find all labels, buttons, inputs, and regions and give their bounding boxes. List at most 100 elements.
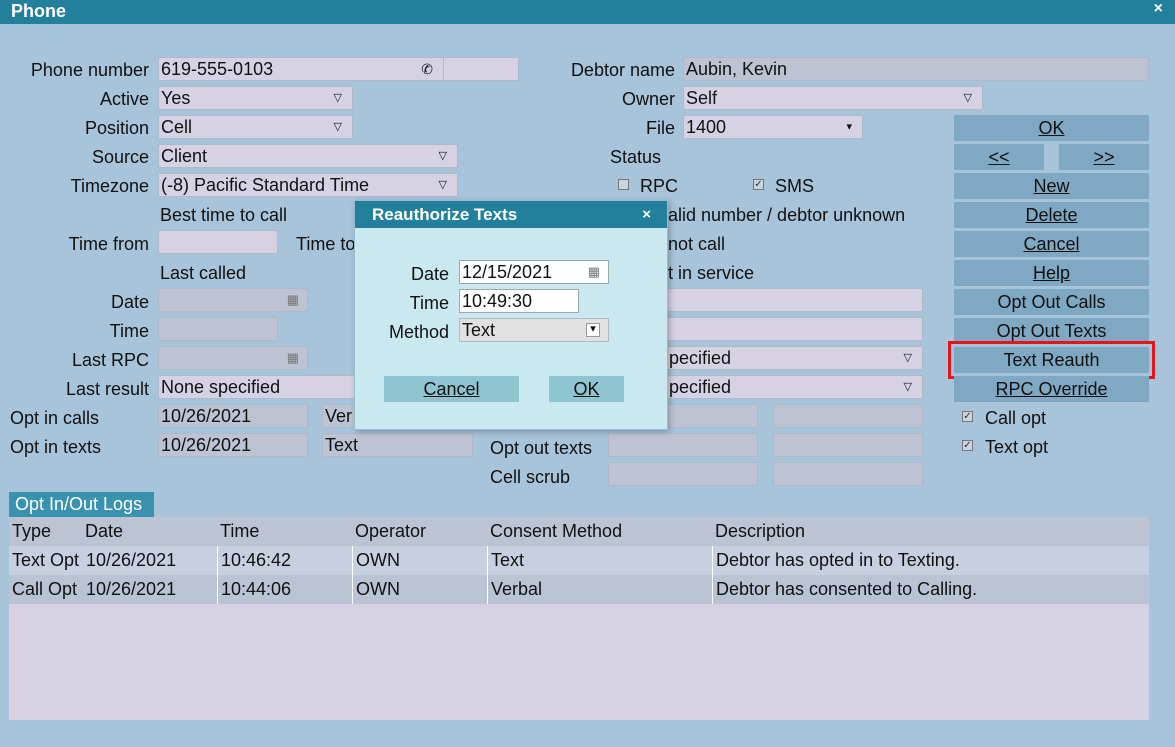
dialog-time-input[interactable]: 10:49:30 xyxy=(459,289,579,313)
cell-consent-method: Verbal xyxy=(487,575,542,604)
logs-table: Type Date Time Operator Consent Method D… xyxy=(9,517,1149,720)
close-icon[interactable]: × xyxy=(1154,0,1163,18)
active-label: Active xyxy=(99,89,149,109)
opt-out-calls-button[interactable]: Opt Out Calls xyxy=(954,289,1149,315)
last-result-select[interactable]: None specified xyxy=(158,375,358,399)
calendar-icon[interactable]: ▦ xyxy=(287,347,299,369)
column-header-time[interactable]: Time xyxy=(217,517,352,546)
call-opt-checkbox[interactable]: ✓ xyxy=(962,411,973,422)
opt-in-texts-label: Opt in texts xyxy=(10,437,102,457)
column-header-type[interactable]: Type xyxy=(9,517,85,546)
cell-operator: OWN xyxy=(352,575,400,604)
last-called-label: Last called xyxy=(160,263,247,283)
position-select[interactable]: Cell ▽ xyxy=(158,115,353,139)
opt-out-texts-label: Opt out texts xyxy=(490,438,593,458)
position-value: Cell xyxy=(161,117,193,137)
column-header-operator[interactable]: Operator xyxy=(352,517,487,546)
cell-time: 10:44:06 xyxy=(217,575,291,604)
dialog-method-select[interactable]: Text ▾ xyxy=(459,318,609,342)
dialog-title-bar: Reauthorize Texts × xyxy=(355,201,667,228)
chevron-down-icon: ▽ xyxy=(438,150,447,162)
chevron-down-icon: ▽ xyxy=(333,92,342,104)
prev-button[interactable]: << xyxy=(954,144,1044,170)
dialog-cancel-button[interactable]: Cancel xyxy=(384,376,519,402)
new-button[interactable]: New xyxy=(954,173,1149,199)
time-from-input[interactable] xyxy=(158,230,278,254)
source-value: Client xyxy=(161,146,208,166)
owner-value: Self xyxy=(686,88,718,108)
new-button-label: New xyxy=(1033,176,1070,196)
dialog-ok-button[interactable]: OK xyxy=(549,376,624,402)
phone-extension-field[interactable] xyxy=(443,57,519,81)
column-header-description[interactable]: Description xyxy=(712,517,1149,546)
text-reauth-button[interactable]: Text Reauth xyxy=(948,341,1155,379)
dialog-time-value: 10:49:30 xyxy=(462,291,533,311)
cell-date: 10/26/2021 xyxy=(86,550,177,570)
file-select[interactable]: 1400 ▾ xyxy=(683,115,863,139)
opt-in-texts-date: 10/26/2021 xyxy=(158,433,308,457)
ok-button[interactable]: OK xyxy=(954,115,1149,141)
cell-scrub-date xyxy=(608,462,758,486)
next-button-label: >> xyxy=(1093,147,1115,167)
active-value: Yes xyxy=(161,88,191,108)
file-label: File xyxy=(645,118,675,138)
chevron-down-icon: ▾ xyxy=(846,121,852,133)
rpc-checkbox[interactable] xyxy=(618,179,629,190)
delete-button[interactable]: Delete xyxy=(954,202,1149,228)
chevron-down-icon: ▽ xyxy=(963,92,972,104)
reauthorize-texts-dialog: Reauthorize Texts × Date 12/15/2021 ▦ Tim… xyxy=(354,200,668,430)
last-rpc-input[interactable]: ▦ xyxy=(158,346,308,370)
tab-opt-in-out-logs[interactable]: Opt In/Out Logs xyxy=(9,492,154,517)
calendar-icon[interactable]: ▦ xyxy=(588,261,600,283)
time-to-label: Time to xyxy=(296,234,356,254)
chevron-down-icon: ▾ xyxy=(586,323,600,337)
chevron-down-icon: ▽ xyxy=(438,179,447,191)
not-in-service-label: t in service xyxy=(668,263,755,283)
rpc-label: RPC xyxy=(640,176,679,196)
phone-number-field[interactable]: 619-555-0103 ✆ xyxy=(158,57,444,81)
help-button-label: Help xyxy=(1032,263,1071,283)
timezone-label: Timezone xyxy=(70,176,149,196)
calendar-icon[interactable]: ▦ xyxy=(287,289,299,311)
text-opt-checkbox[interactable]: ✓ xyxy=(962,440,973,451)
opt-out-texts-button[interactable]: Opt Out Texts xyxy=(954,318,1149,344)
dialog-date-value: 12/15/2021 xyxy=(462,262,553,282)
last-rpc-label: Last RPC xyxy=(71,350,149,370)
source-select[interactable]: Client ▽ xyxy=(158,144,458,168)
next-button[interactable]: >> xyxy=(1059,144,1149,170)
date-label: Date xyxy=(110,292,149,312)
dialog-cancel-label: Cancel xyxy=(423,379,480,399)
opt-out-texts-date xyxy=(608,433,758,457)
source-label: Source xyxy=(91,147,149,167)
column-header-consent-method[interactable]: Consent Method xyxy=(487,517,712,546)
do-not-call-label: not call xyxy=(668,234,726,254)
cell-description: Debtor has opted in to Texting. xyxy=(712,546,960,575)
last-called-time-input[interactable] xyxy=(158,317,278,341)
text-opt-label: Text opt xyxy=(985,437,1049,457)
table-row[interactable]: Call Opt 10/26/2021 10:44:06 OWN Verbal … xyxy=(9,575,1149,604)
help-button[interactable]: Help xyxy=(954,260,1149,286)
position-label: Position xyxy=(84,118,149,138)
rpc-override-button[interactable]: RPC Override xyxy=(954,376,1149,402)
last-called-date-input[interactable]: ▦ xyxy=(158,288,308,312)
dialog-title: Reauthorize Texts xyxy=(372,205,518,224)
close-icon[interactable]: × xyxy=(642,201,651,228)
owner-select[interactable]: Self ▽ xyxy=(683,86,983,110)
status-label: Status xyxy=(610,147,662,167)
debtor-name-value: Aubin, Kevin xyxy=(686,59,788,79)
timezone-value: (-8) Pacific Standard Time xyxy=(161,175,370,195)
time-label: Time xyxy=(109,321,149,341)
cell-description: Debtor has consented to Calling. xyxy=(712,575,977,604)
active-select[interactable]: Yes ▽ xyxy=(158,86,353,110)
table-row[interactable]: Text Opt 10/26/2021 10:46:42 OWN Text De… xyxy=(9,546,1149,575)
cancel-button[interactable]: Cancel xyxy=(954,231,1149,257)
column-header-date[interactable]: Date xyxy=(82,517,217,546)
timezone-select[interactable]: (-8) Pacific Standard Time ▽ xyxy=(158,173,458,197)
phone-icon[interactable]: ✆ xyxy=(421,58,433,80)
cell-scrub-label: Cell scrub xyxy=(490,467,571,487)
dialog-date-input[interactable]: 12/15/2021 ▦ xyxy=(459,260,609,284)
sms-checkbox[interactable]: ✓ xyxy=(753,179,764,190)
window-title: Phone xyxy=(11,1,67,21)
opt-in-calls-label: Opt in calls xyxy=(10,408,100,428)
opt-in-calls-date-value: 10/26/2021 xyxy=(161,406,252,426)
